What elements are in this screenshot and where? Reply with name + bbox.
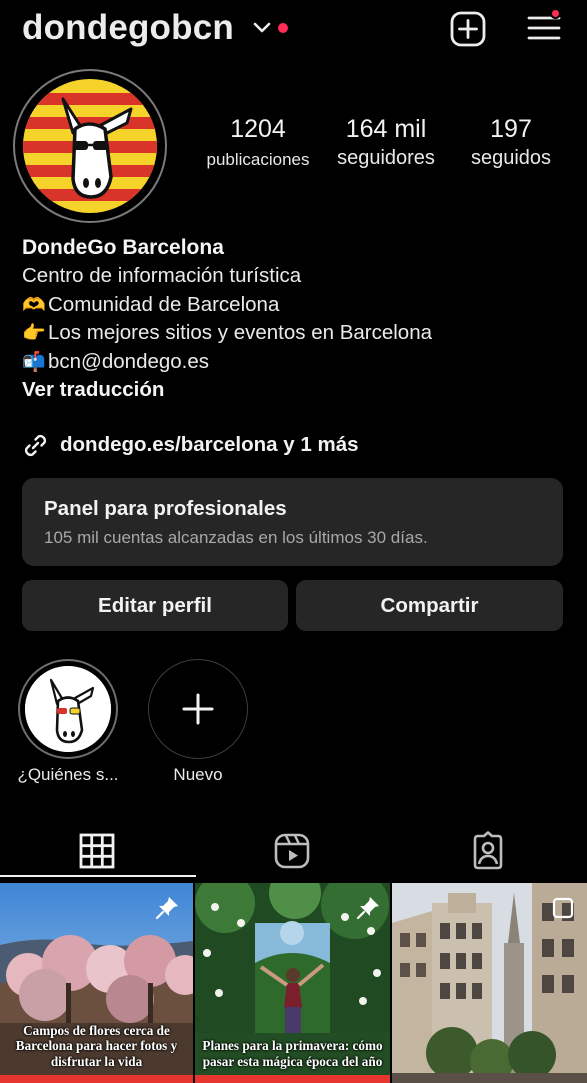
- bio-line-text: Comunidad de Barcelona: [48, 292, 280, 316]
- menu-notification-dot: [550, 8, 561, 19]
- profile-bio: DondeGo Barcelona Centro de información …: [22, 233, 567, 405]
- heart-hands-icon: 🫶: [22, 294, 46, 316]
- highlight-item[interactable]: ¿Quiénes s...: [16, 659, 120, 785]
- following-count: 197: [490, 115, 532, 143]
- tagged-icon[interactable]: [469, 831, 509, 871]
- translate-link[interactable]: Ver traducción: [22, 376, 567, 405]
- posts-label: publicaciones: [206, 150, 310, 169]
- stat-following[interactable]: 197 seguidos: [461, 115, 561, 170]
- profile-avatar[interactable]: [13, 69, 167, 223]
- dashboard-subtitle: 105 mil cuentas alcanzadas en los último…: [44, 528, 428, 547]
- share-profile-button[interactable]: Compartir: [296, 580, 563, 631]
- mailbox-icon: 📬: [22, 351, 46, 373]
- bio-line: 🫶 Comunidad de Barcelona: [22, 291, 567, 320]
- plus-square-icon[interactable]: [450, 11, 486, 47]
- edit-profile-button[interactable]: Editar perfil: [22, 580, 288, 631]
- posts-count: 1204: [230, 115, 286, 143]
- bio-line: 👉 Los mejores sitios y eventos en Barcelo…: [22, 319, 567, 348]
- post-thumbnail[interactable]: Planes para la primavera: cómo pasar est…: [195, 883, 390, 1083]
- professional-dashboard[interactable]: Panel para profesionales 105 mil cuentas…: [22, 478, 563, 566]
- active-tab-indicator: [0, 875, 196, 877]
- caption-bar: [0, 1075, 193, 1083]
- notification-dot: [278, 23, 288, 33]
- bio-line: Centro de información turística: [22, 262, 567, 291]
- avatar-image: [23, 79, 157, 213]
- profile-tabs: [0, 825, 587, 877]
- profile-name: DondeGo Barcelona: [22, 236, 224, 259]
- caption-bar: [195, 1075, 390, 1083]
- post-grid: Campos de flores cerca de Barcelona para…: [0, 883, 587, 1083]
- grid-icon[interactable]: [78, 831, 118, 871]
- post-thumbnail[interactable]: [392, 883, 587, 1083]
- link-text: dondego.es/barcelona y 1 más: [60, 433, 359, 456]
- link-icon: [24, 434, 47, 456]
- top-bar: dondegobcn: [0, 0, 587, 60]
- profile-stats: 1204 publicaciones 164 mil seguidores 19…: [195, 115, 575, 175]
- profile-link[interactable]: dondego.es/barcelona y 1 más: [22, 430, 359, 460]
- following-label: seguidos: [470, 147, 552, 169]
- post-thumbnail[interactable]: Campos de flores cerca de Barcelona para…: [0, 883, 193, 1083]
- pointing-hand-icon: 👉: [22, 323, 46, 344]
- new-highlight-button[interactable]: Nuevo: [146, 659, 250, 785]
- multiple-posts-icon: [552, 897, 574, 919]
- stat-posts[interactable]: 1204 publicaciones: [195, 115, 321, 170]
- username[interactable]: dondegobcn: [22, 8, 234, 48]
- highlight-label: ¿Quiénes s...: [17, 765, 119, 784]
- followers-count: 164 mil: [345, 115, 427, 143]
- bio-line-text: Los mejores sitios y eventos en Barcelon…: [48, 321, 433, 344]
- post-caption: Planes para la primavera: cómo pasar est…: [202, 1038, 383, 1069]
- reels-icon[interactable]: [273, 831, 313, 871]
- stat-followers[interactable]: 164 mil seguidores: [322, 115, 450, 170]
- bio-line: 📬 bcn@dondego.es: [22, 348, 567, 377]
- chevron-down-icon[interactable]: [252, 20, 272, 36]
- pin-icon: [356, 897, 379, 920]
- new-highlight-circle: [148, 659, 248, 759]
- pin-icon: [155, 897, 178, 920]
- highlight-label: Nuevo: [173, 765, 223, 784]
- post-caption: Campos de flores cerca de Barcelona para…: [15, 1022, 178, 1069]
- bio-line-text: Centro de información turística: [22, 264, 302, 287]
- bio-email[interactable]: bcn@dondego.es: [48, 350, 209, 373]
- highlight-cover: [18, 659, 118, 759]
- dashboard-title: Panel para profesionales: [44, 497, 287, 520]
- plus-icon: [182, 693, 214, 725]
- followers-label: seguidores: [337, 147, 435, 169]
